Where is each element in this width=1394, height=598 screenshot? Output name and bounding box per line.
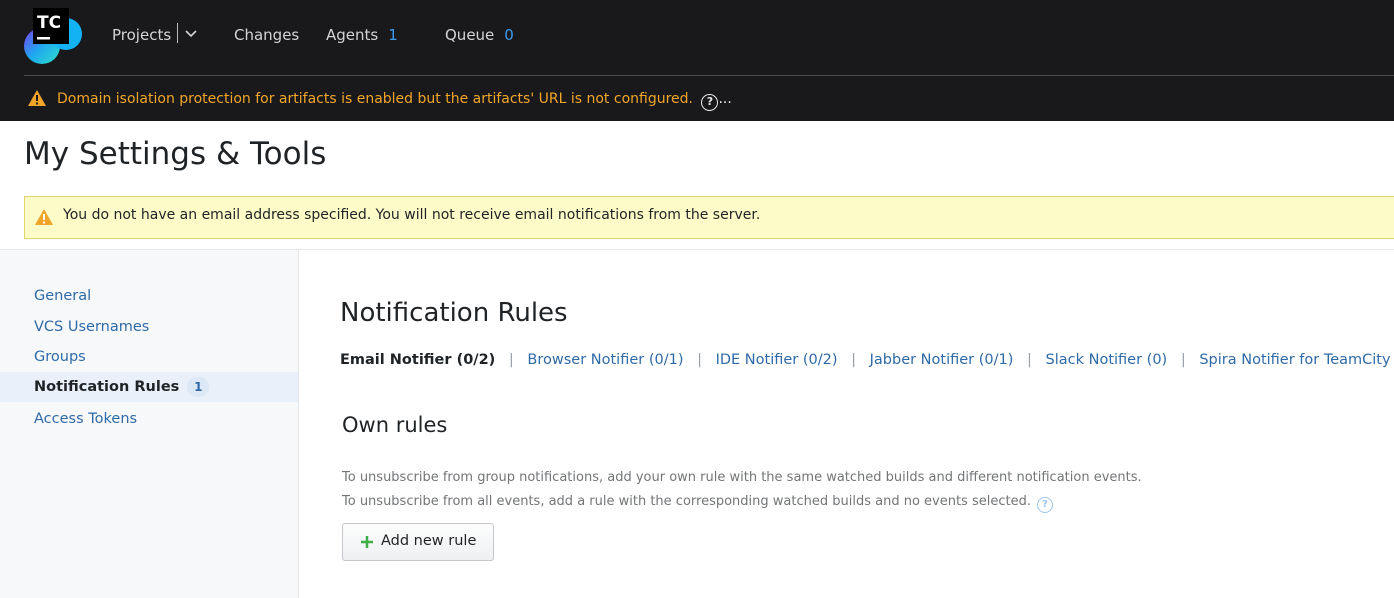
email-warning-text: You do not have an email address specifi…	[63, 207, 761, 223]
notification-rules-title: Notification Rules	[340, 298, 568, 328]
tab-browser-notifier[interactable]: Browser Notifier (0/1)	[527, 352, 683, 368]
nav-agents-label: Agents	[326, 26, 379, 44]
nav-projects[interactable]: Projects	[112, 24, 171, 46]
tab-separator: |	[1027, 352, 1032, 368]
notifier-tabs: Email Notifier (0/2) | Browser Notifier …	[340, 349, 1394, 371]
header-divider	[24, 75, 1394, 76]
chevron-down-icon[interactable]	[183, 26, 199, 42]
unsubscribe-group-hint: To unsubscribe from group notifications,…	[342, 470, 1142, 485]
nav-changes-label: Changes	[234, 26, 300, 44]
agents-count-badge: 1	[388, 26, 398, 44]
add-new-rule-button[interactable]: Add new rule	[342, 523, 494, 561]
nav-divider	[177, 23, 178, 43]
tab-jabber-notifier[interactable]: Jabber Notifier (0/1)	[870, 352, 1014, 368]
nav-projects-label: Projects	[112, 26, 172, 44]
help-circle-icon[interactable]: ?	[1036, 497, 1053, 513]
unsubscribe-all-hint: To unsubscribe from all events, add a ru…	[342, 494, 1053, 513]
nav-changes[interactable]: Changes	[234, 24, 299, 46]
tab-slack-notifier[interactable]: Slack Notifier (0)	[1046, 352, 1168, 368]
warning-triangle-icon	[28, 90, 46, 106]
sidebar-item-label: Access Tokens	[34, 411, 138, 427]
tab-separator: |	[508, 352, 514, 368]
page-title: My Settings & Tools	[24, 136, 327, 172]
nav-queue[interactable]: Queue 0	[445, 24, 514, 46]
notification-rules-count-badge: 1	[187, 377, 210, 397]
sidebar-item-label: General	[34, 288, 92, 304]
sidebar-item-vcs-usernames[interactable]: VCS Usernames	[0, 312, 298, 342]
queue-count-badge: 0	[504, 26, 514, 44]
sidebar-item-label: Notification Rules	[34, 379, 180, 395]
sidebar-item-groups[interactable]: Groups	[0, 342, 298, 372]
sidebar-item-label: Groups	[34, 349, 86, 365]
domain-warning-text: Domain isolation protection for artifact…	[57, 91, 693, 107]
settings-sidebar: General VCS Usernames Groups Notificatio…	[0, 250, 299, 598]
tab-spira-notifier[interactable]: Spira Notifier for TeamCity (1)	[1199, 352, 1394, 368]
plus-icon	[361, 536, 373, 548]
sidebar-item-general[interactable]: General	[0, 281, 298, 311]
tab-ide-notifier[interactable]: IDE Notifier (0/2)	[716, 352, 838, 368]
tab-email-notifier[interactable]: Email Notifier (0/2)	[340, 352, 495, 368]
help-circle-icon[interactable]: ?	[701, 94, 719, 111]
nav-queue-label: Queue	[445, 26, 495, 44]
warning-triangle-icon	[35, 209, 53, 225]
tab-separator: |	[697, 352, 702, 368]
logo-text: TC	[37, 13, 61, 33]
email-warning-banner: You do not have an email address specifi…	[24, 196, 1394, 239]
tab-separator: |	[851, 352, 857, 368]
unsubscribe-all-hint-text: To unsubscribe from all events, add a ru…	[342, 494, 1031, 509]
tab-separator: |	[1180, 352, 1186, 368]
top-header: TC Projects Changes Agents 1 Queue 0 Domai…	[0, 0, 1394, 121]
teamcity-logo-icon[interactable]: TC	[22, 4, 84, 66]
own-rules-title: Own rules	[342, 413, 448, 437]
sidebar-item-access-tokens[interactable]: Access Tokens	[0, 404, 298, 434]
nav-agents[interactable]: Agents 1	[326, 24, 398, 46]
sidebar-item-label: VCS Usernames	[34, 319, 150, 335]
domain-warning-more-link[interactable]: ...	[718, 91, 731, 107]
sidebar-item-notification-rules[interactable]: Notification Rules 1	[0, 372, 298, 402]
add-new-rule-label: Add new rule	[381, 533, 477, 549]
